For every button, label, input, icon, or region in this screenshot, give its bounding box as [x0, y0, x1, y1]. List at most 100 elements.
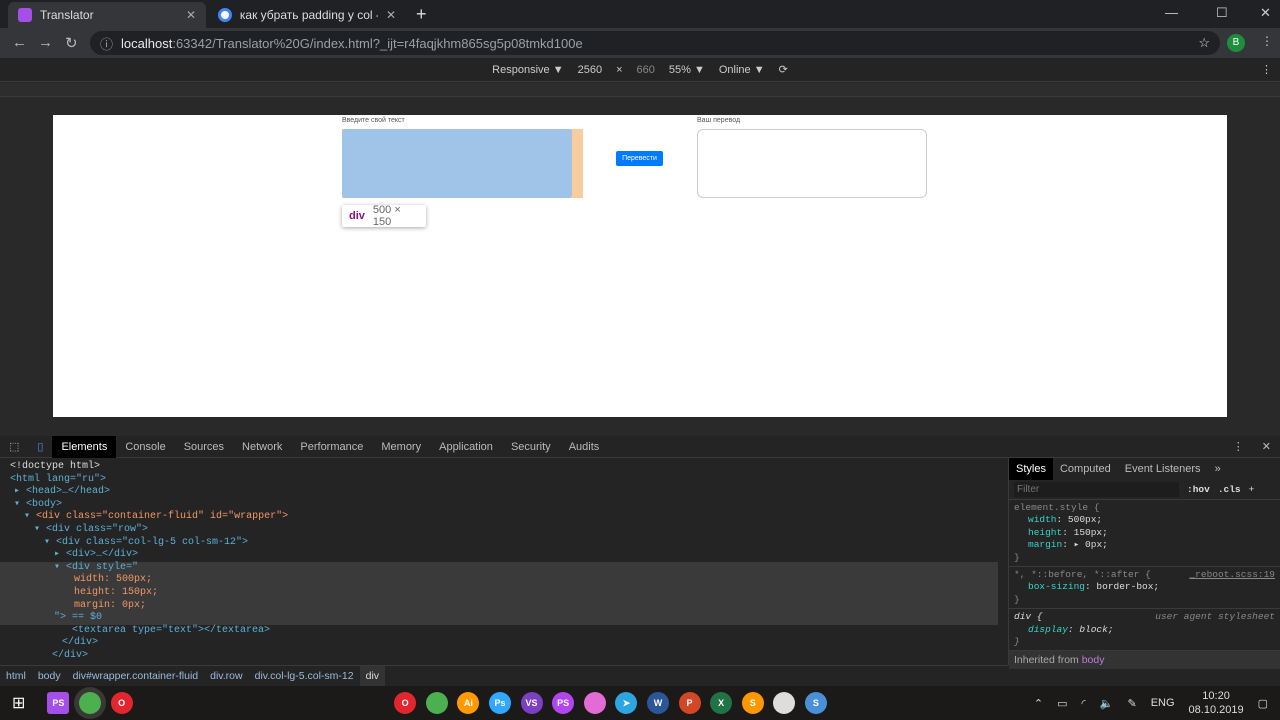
dom-node[interactable]: ▾ <div class="container-fluid" id="wrapp…: [0, 511, 998, 524]
source-link[interactable]: _reboot.scss:19: [1189, 569, 1275, 581]
tab-security[interactable]: Security: [502, 436, 560, 458]
photoshop-taskbar-icon[interactable]: Ps: [488, 692, 511, 714]
pen-icon[interactable]: ✎: [1127, 697, 1136, 710]
tab-styles[interactable]: Styles: [1009, 458, 1053, 480]
excel-taskbar-icon[interactable]: X: [710, 692, 733, 714]
word-taskbar-icon[interactable]: W: [646, 692, 669, 714]
width-input[interactable]: 2560: [578, 64, 602, 76]
breadcrumb-item[interactable]: div#wrapper.container-fluid: [67, 666, 205, 686]
powerpoint-taskbar-icon[interactable]: P: [678, 692, 701, 714]
maximize-button[interactable]: ☐: [1216, 5, 1228, 21]
cls-button[interactable]: .cls: [1218, 484, 1241, 495]
dom-node[interactable]: </div>: [0, 650, 998, 663]
close-window-button[interactable]: ✕: [1260, 5, 1271, 21]
height-input[interactable]: 660: [637, 64, 655, 76]
output-textarea[interactable]: [697, 129, 927, 198]
dom-node[interactable]: <textarea type="text"></textarea>: [0, 625, 998, 638]
zoom-select[interactable]: 55% ▼: [669, 64, 705, 76]
media-query-bar[interactable]: [0, 83, 1280, 97]
illustrator-taskbar-icon[interactable]: Ai: [457, 692, 480, 714]
breadcrumb-item[interactable]: div.row: [204, 666, 248, 686]
app-taskbar-icon[interactable]: [583, 692, 606, 714]
device-toggle-icon[interactable]: ▯: [28, 436, 52, 458]
input-label: Введите свой текст: [342, 117, 405, 124]
tab-memory[interactable]: Memory: [372, 436, 430, 458]
bookmark-star-icon[interactable]: ☆: [1198, 35, 1210, 51]
tab-title: Translator: [40, 8, 94, 22]
devtools-close-icon[interactable]: ✕: [1253, 436, 1280, 458]
info-icon: ⓘ: [100, 36, 114, 52]
dom-node[interactable]: <html lang="ru">: [0, 474, 998, 487]
phpstorm-taskbar-icon[interactable]: PS: [47, 692, 70, 714]
page-viewport: Введите свой текст Перевести Ваш перевод…: [53, 115, 1227, 417]
network-select[interactable]: Online ▼: [719, 64, 765, 76]
tab-audits[interactable]: Audits: [560, 436, 609, 458]
inspect-icon[interactable]: ⬚: [0, 436, 28, 458]
more-tabs-icon[interactable]: »: [1208, 458, 1228, 480]
language-indicator[interactable]: ENG: [1151, 697, 1175, 709]
minimize-button[interactable]: —: [1165, 5, 1178, 20]
chrome-taskbar-icon[interactable]: [79, 692, 101, 714]
close-tab-icon[interactable]: ✕: [386, 8, 396, 22]
menu-icon[interactable]: ⋮: [1261, 34, 1273, 48]
dom-node[interactable]: ▸ <div>…</div>: [0, 549, 998, 562]
selected-dom-node[interactable]: ▾ <div style=" width: 500px; height: 150…: [0, 561, 998, 625]
clock[interactable]: 10:20 08.10.2019: [1189, 689, 1244, 717]
devtools-panel: ⬚ ▯ Elements Console Sources Network Perf…: [0, 435, 1280, 686]
back-icon[interactable]: ←: [12, 34, 27, 51]
dom-node[interactable]: ▾ <div class="row">: [0, 524, 998, 537]
app3-taskbar-icon[interactable]: S: [804, 692, 827, 714]
battery-icon[interactable]: ▭: [1057, 697, 1067, 710]
tab-computed[interactable]: Computed: [1053, 458, 1118, 480]
volume-icon[interactable]: 🔈: [1100, 697, 1114, 710]
highlighted-div[interactable]: [342, 129, 572, 198]
add-rule-icon[interactable]: +: [1249, 484, 1255, 495]
hov-button[interactable]: :hov: [1187, 484, 1210, 495]
tab-search[interactable]: как убрать padding у col - Поис ✕: [208, 2, 406, 28]
tab-console[interactable]: Console: [116, 436, 174, 458]
devtools-menu-icon[interactable]: ⋮: [1224, 436, 1253, 458]
styles-filter-input[interactable]: [1014, 482, 1179, 497]
tab-translator[interactable]: Translator ✕: [8, 2, 206, 28]
phpstorm-taskbar-icon[interactable]: PS: [552, 692, 575, 714]
visual-studio-taskbar-icon[interactable]: VS: [520, 692, 543, 714]
breadcrumb-item[interactable]: body: [32, 666, 67, 686]
tab-performance[interactable]: Performance: [291, 436, 372, 458]
dom-node[interactable]: <!doctype html>: [0, 461, 998, 474]
sublime-taskbar-icon[interactable]: S: [741, 692, 764, 714]
reload-icon[interactable]: ↻: [65, 34, 78, 52]
style-rule: element.style { width: 500px; height: 15…: [1009, 500, 1280, 568]
telegram-taskbar-icon[interactable]: ➤: [615, 692, 638, 714]
chevron-up-icon[interactable]: ⌃: [1034, 697, 1043, 710]
dom-node[interactable]: ▸ <head>…</head>: [0, 486, 998, 499]
tab-sources[interactable]: Sources: [175, 436, 233, 458]
device-mode-select[interactable]: Responsive ▼: [492, 64, 563, 76]
dom-node[interactable]: ▾ <body>: [0, 499, 998, 512]
notifications-icon[interactable]: ▢: [1258, 697, 1268, 710]
close-tab-icon[interactable]: ✕: [186, 8, 196, 22]
new-tab-button[interactable]: +: [416, 4, 427, 25]
dom-node[interactable]: </div>: [0, 637, 998, 650]
tab-elements[interactable]: Elements: [52, 435, 117, 458]
app2-taskbar-icon[interactable]: [773, 692, 796, 714]
dom-node[interactable]: ▾ <div class="col-lg-5 col-sm-12">: [0, 537, 998, 550]
wifi-icon[interactable]: ◜: [1082, 697, 1086, 710]
breadcrumb-item[interactable]: html: [0, 666, 32, 686]
profile-avatar[interactable]: B: [1227, 34, 1245, 52]
url-host: localhost: [121, 35, 173, 51]
url-input[interactable]: ⓘ localhost:63342/Translator%20G/index.ht…: [90, 31, 1220, 55]
start-icon[interactable]: ⊞: [12, 693, 25, 713]
tab-application[interactable]: Application: [430, 436, 502, 458]
forward-icon[interactable]: →: [38, 34, 53, 51]
tab-network[interactable]: Network: [233, 436, 291, 458]
chrome-taskbar-icon[interactable]: [425, 692, 448, 714]
tab-event-listeners[interactable]: Event Listeners: [1118, 458, 1208, 480]
breadcrumb-item[interactable]: div: [359, 666, 386, 686]
rotate-icon[interactable]: ⟳: [779, 63, 788, 76]
opera-taskbar-icon[interactable]: O: [394, 692, 417, 714]
translate-button[interactable]: Перевести: [616, 151, 663, 166]
opera-taskbar-icon[interactable]: O: [110, 692, 133, 714]
breadcrumb-item[interactable]: div.col-lg-5.col-sm-12: [249, 666, 360, 686]
inspect-tooltip: div 500 × 150: [342, 204, 426, 228]
more-icon[interactable]: ⋮: [1261, 63, 1272, 76]
